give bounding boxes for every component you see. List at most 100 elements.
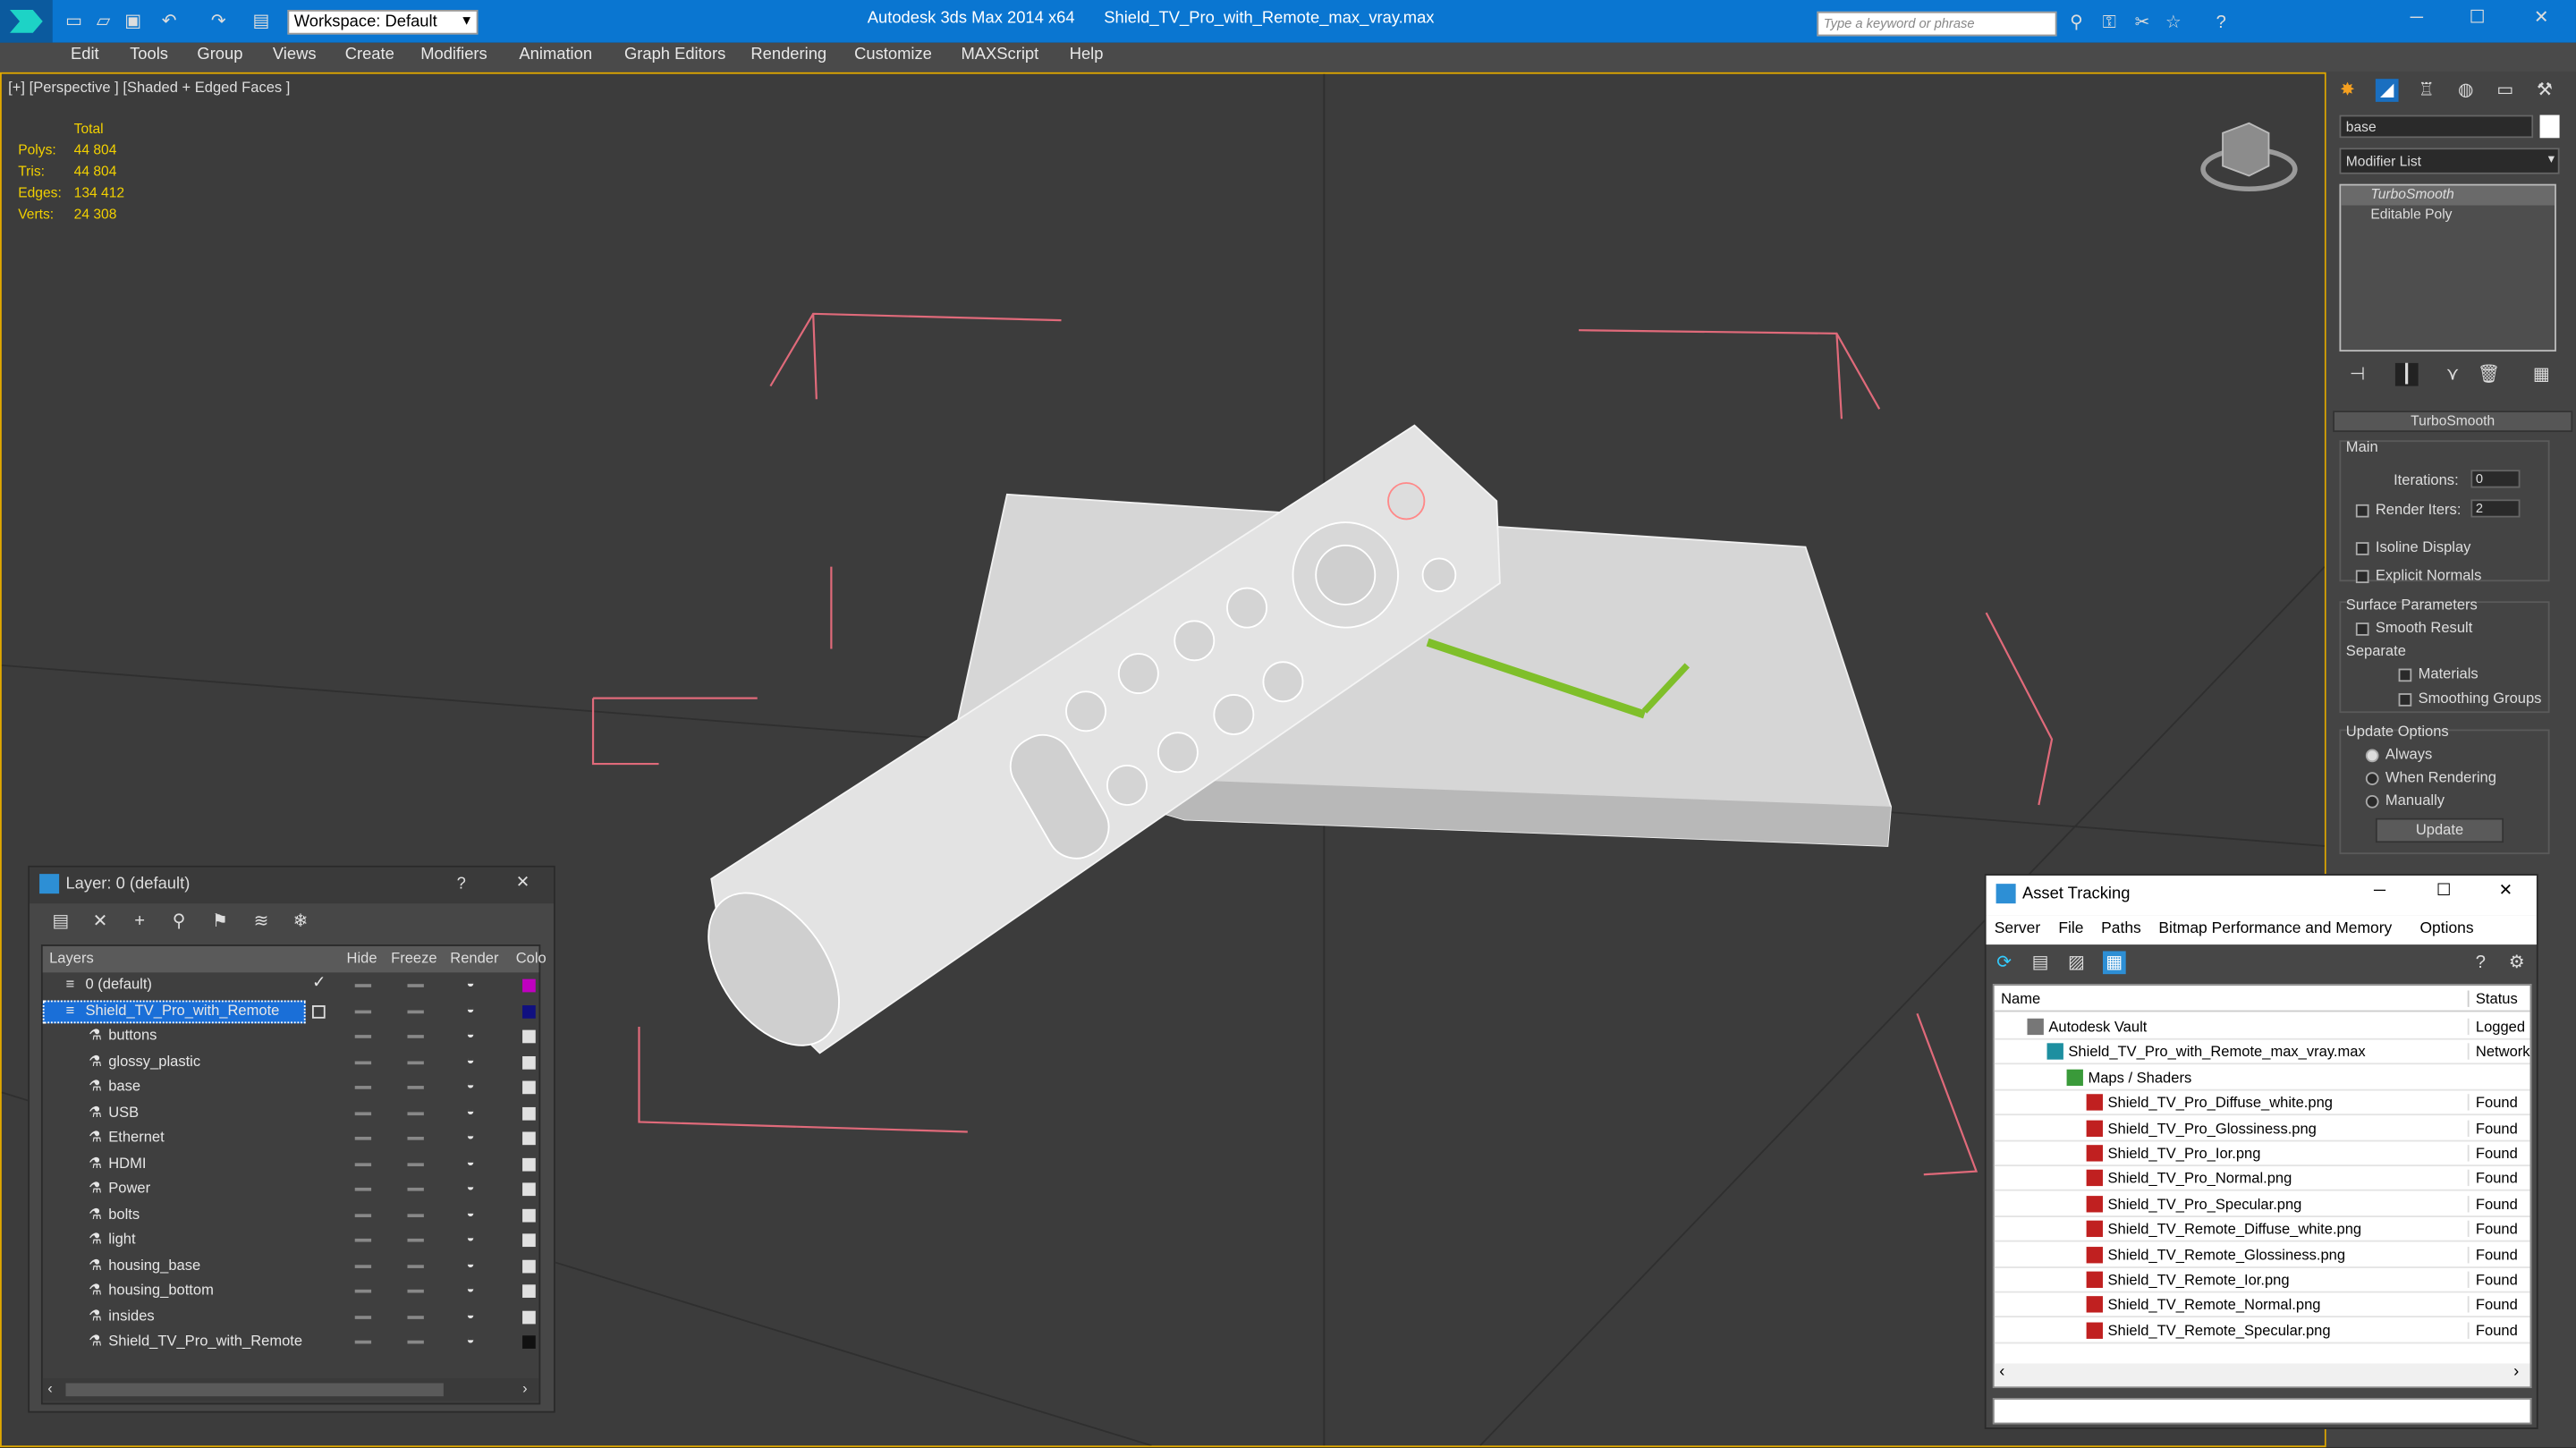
freeze-toggle[interactable] <box>407 1086 424 1089</box>
menu-help[interactable]: Help <box>1070 46 1104 64</box>
save-icon[interactable]: ▣ <box>122 10 145 33</box>
render-teapot-icon[interactable]: ◒ <box>467 1027 475 1042</box>
scroll-left-icon[interactable]: ‹ <box>47 1380 53 1396</box>
render-teapot-icon[interactable]: ◒ <box>467 1001 475 1016</box>
asset-hscrollbar[interactable]: ‹ › <box>1994 1363 2530 1387</box>
freeze-toggle[interactable] <box>407 1060 424 1064</box>
layer-color-swatch[interactable] <box>522 1258 536 1273</box>
layer-color-swatch[interactable] <box>522 1080 536 1095</box>
freeze-toggle[interactable] <box>407 1136 424 1140</box>
menu-views[interactable]: Views <box>273 46 317 64</box>
hierarchy-tab-icon[interactable]: ♖ <box>2415 79 2438 102</box>
asset-row[interactable]: Shield_TV_Pro_Diffuse_white.png Found <box>1994 1091 2530 1116</box>
key-icon[interactable]: ⚿ <box>2097 12 2121 35</box>
freeze-toggle[interactable] <box>407 1035 424 1038</box>
menu-rendering[interactable]: Rendering <box>750 46 826 64</box>
hide-toggle[interactable] <box>354 1315 372 1318</box>
menu-maxscript[interactable]: MAXScript <box>961 46 1038 64</box>
asset-row[interactable]: Maps / Shaders <box>1994 1066 2530 1091</box>
freeze-toggle[interactable] <box>407 1187 424 1191</box>
star-icon[interactable]: ☆ <box>2162 12 2185 35</box>
set-current-checkbox[interactable] <box>311 1004 326 1018</box>
when-rendering-radio[interactable] <box>2365 772 2379 785</box>
layer-window-titlebar[interactable]: Layer: 0 (default) ? ✕ <box>30 867 554 904</box>
viewport-label[interactable]: [+] [Perspective ] [Shaded + Edged Faces… <box>8 79 290 95</box>
render-teapot-icon[interactable]: ◒ <box>467 1129 475 1144</box>
layer-row[interactable]: ⚗ buttons ◒ <box>43 1025 539 1050</box>
close-icon[interactable]: ✕ <box>2499 882 2512 900</box>
hide-toggle[interactable] <box>354 1111 372 1115</box>
scroll-left-icon[interactable]: ‹ <box>1999 1363 2004 1381</box>
render-teapot-icon[interactable]: ◒ <box>467 1333 475 1348</box>
binoculars-icon[interactable]: ⚲ <box>2065 12 2089 35</box>
maximize-icon[interactable]: ☐ <box>2436 882 2451 900</box>
layer-row[interactable]: ⚗ Ethernet ◒ <box>43 1127 539 1152</box>
iterations-spinner[interactable]: 0 <box>2470 470 2521 488</box>
menu-group[interactable]: Group <box>197 46 242 64</box>
scroll-right-icon[interactable]: › <box>2513 1363 2519 1381</box>
freeze-toggle[interactable] <box>407 1238 424 1242</box>
menu-tools[interactable]: Tools <box>130 46 168 64</box>
menu-modifiers[interactable]: Modifiers <box>420 46 487 64</box>
utilities-tab-icon[interactable]: ⚒ <box>2533 79 2556 102</box>
scroll-right-icon[interactable]: › <box>522 1380 528 1396</box>
isoline-checkbox[interactable] <box>2355 542 2369 555</box>
layer-color-swatch[interactable] <box>522 1207 536 1222</box>
layer-row[interactable]: ⚗ base ◒ <box>43 1076 539 1101</box>
layer-hscrollbar[interactable]: ‹ › <box>42 1377 539 1401</box>
layer-color-swatch[interactable] <box>522 1055 536 1069</box>
motion-tab-icon[interactable]: ◍ <box>2454 79 2478 102</box>
freeze-toggle[interactable] <box>407 1213 424 1217</box>
asset-row[interactable]: Shield_TV_Pro_Ior.png Found <box>1994 1142 2530 1167</box>
asset-menu-file[interactable]: File <box>2058 920 2083 938</box>
hide-toggle[interactable] <box>354 1213 372 1217</box>
layer-help-icon[interactable]: ? <box>457 876 466 893</box>
smoothing-groups-checkbox[interactable] <box>2398 693 2412 707</box>
render-teapot-icon[interactable]: ◒ <box>467 976 475 991</box>
create-tab-icon[interactable]: ✸ <box>2336 79 2360 102</box>
layer-row[interactable]: ≡ Shield_TV_Pro_with_Remote ◒ <box>42 999 539 1025</box>
render-iters-spinner[interactable]: 2 <box>2470 499 2521 518</box>
add-to-layer-icon[interactable]: + <box>128 910 151 934</box>
help-icon[interactable]: ? <box>2209 12 2233 35</box>
stack-item-editable-poly[interactable]: Editable Poly <box>2341 206 2555 225</box>
make-unique-icon[interactable]: ⋎ <box>2441 363 2464 386</box>
hide-toggle[interactable] <box>354 1238 372 1242</box>
close-icon[interactable]: ✕ <box>2530 6 2554 30</box>
new-layer-icon[interactable]: ▤ <box>49 910 72 934</box>
hide-toggle[interactable] <box>354 984 372 987</box>
render-teapot-icon[interactable]: ◒ <box>467 1282 475 1297</box>
hide-toggle[interactable] <box>354 1009 372 1013</box>
explicit-normals-checkbox[interactable] <box>2355 570 2369 584</box>
render-teapot-icon[interactable]: ◒ <box>467 1103 475 1118</box>
layer-row[interactable]: ⚗ HDMI ◒ <box>43 1152 539 1177</box>
layer-row[interactable]: ⚗ housing_base ◒ <box>43 1254 539 1279</box>
display-tab-icon[interactable]: ▭ <box>2494 79 2517 102</box>
layer-color-swatch[interactable] <box>522 1284 536 1298</box>
app-logo-icon[interactable] <box>0 0 53 43</box>
col-layers[interactable]: Layers <box>49 950 94 966</box>
asset-row[interactable]: Shield_TV_Pro_with_Remote_max_vray.max Ne… <box>1994 1040 2530 1065</box>
layer-color-swatch[interactable] <box>522 1182 536 1197</box>
layer-row[interactable]: ≡ 0 (default) ✓ ◒ <box>43 974 539 999</box>
show-end-result-icon[interactable]: ┃ <box>2394 362 2419 386</box>
highlight-layer-icon[interactable]: ⚑ <box>208 910 232 934</box>
layer-row[interactable]: ⚗ glossy_plastic ◒ <box>43 1051 539 1076</box>
modifier-stack[interactable]: TurboSmooth Editable Poly <box>2339 183 2556 352</box>
layer-color-swatch[interactable] <box>522 1106 536 1120</box>
hide-toggle[interactable] <box>354 1264 372 1268</box>
layer-color-swatch[interactable] <box>522 1004 536 1018</box>
hide-toggle[interactable] <box>354 1187 372 1191</box>
layer-color-swatch[interactable] <box>522 1233 536 1248</box>
minimize-icon[interactable]: ─ <box>2374 882 2385 900</box>
asset-help-icon[interactable]: ? <box>2470 951 2493 974</box>
render-iters-checkbox[interactable] <box>2355 504 2369 518</box>
col-name[interactable]: Name <box>2001 991 2040 1007</box>
col-status[interactable]: Status <box>2467 990 2518 1007</box>
refresh-icon[interactable]: ⟳ <box>1993 951 2016 974</box>
layer-color-swatch[interactable] <box>522 1156 536 1171</box>
render-teapot-icon[interactable]: ◒ <box>467 1307 475 1322</box>
always-radio[interactable] <box>2365 749 2379 763</box>
render-teapot-icon[interactable]: ◒ <box>467 1078 475 1093</box>
render-teapot-icon[interactable]: ◒ <box>467 1154 475 1169</box>
